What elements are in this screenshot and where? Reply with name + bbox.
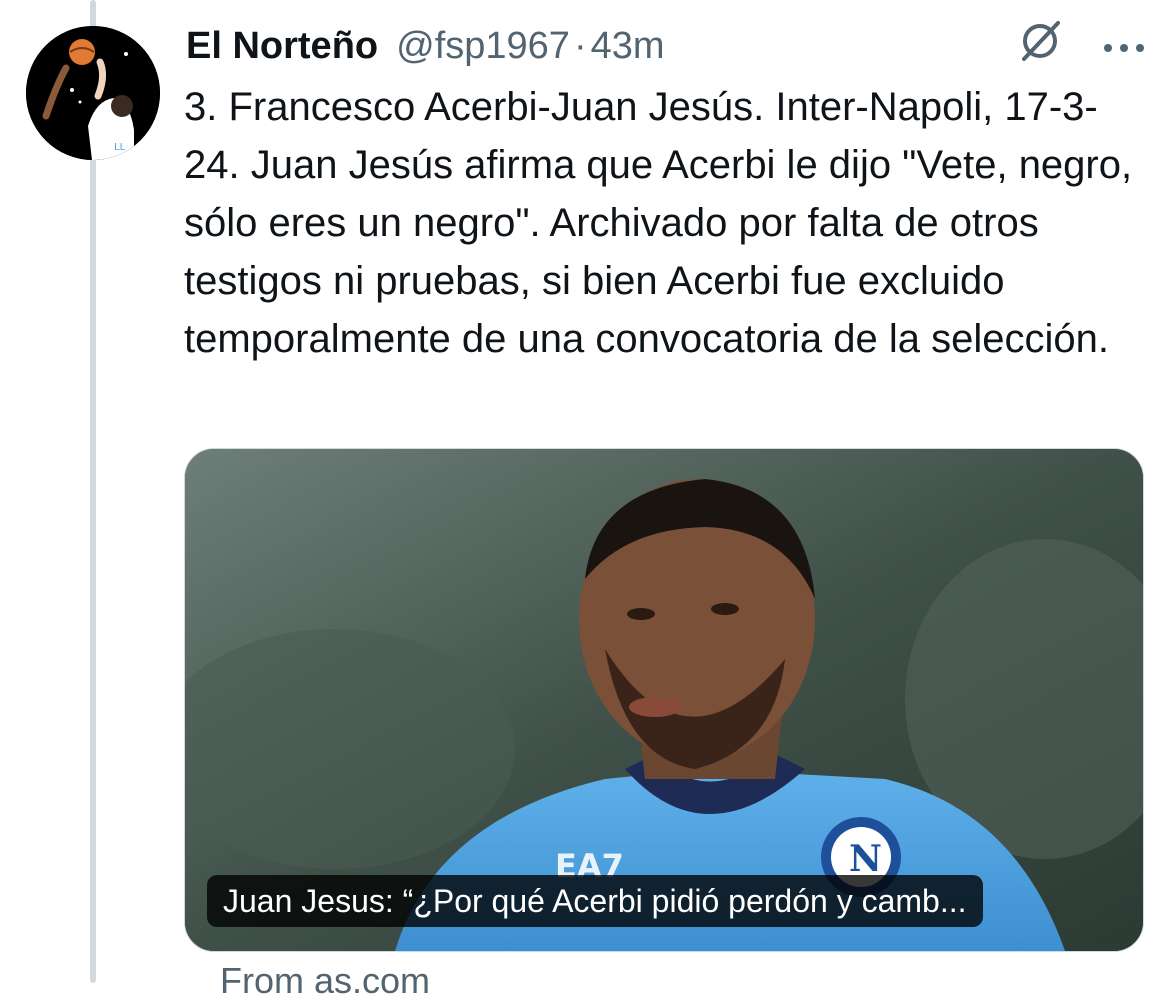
svg-text:LL: LL bbox=[114, 142, 126, 153]
header-actions bbox=[1018, 18, 1146, 74]
avatar[interactable]: LL bbox=[26, 26, 160, 160]
link-card-caption[interactable]: Juan Jesus: “¿Por qué Acerbi pidió perdó… bbox=[207, 875, 983, 927]
more-options-icon[interactable] bbox=[1102, 25, 1146, 68]
tweet-timestamp[interactable]: 43m bbox=[591, 25, 665, 68]
tweet-header: El Norteño @fsp1967 · 43m bbox=[186, 18, 1150, 74]
user-handle[interactable]: @fsp1967 bbox=[396, 25, 570, 68]
svg-text:N: N bbox=[849, 838, 882, 880]
tweet-body-text: 3. Francesco Acerbi-Juan Jesús. Inter-Na… bbox=[184, 85, 1133, 361]
avatar-illustration-icon: LL bbox=[26, 26, 160, 160]
display-name[interactable]: El Norteño bbox=[186, 25, 378, 68]
link-preview-card[interactable]: N EA7 Juan Jesus: “¿Por qué Acerbi pidió… bbox=[184, 448, 1144, 952]
separator-dot: · bbox=[573, 24, 587, 67]
grok-icon[interactable] bbox=[1018, 19, 1062, 73]
link-source[interactable]: From as.com bbox=[220, 960, 430, 1002]
